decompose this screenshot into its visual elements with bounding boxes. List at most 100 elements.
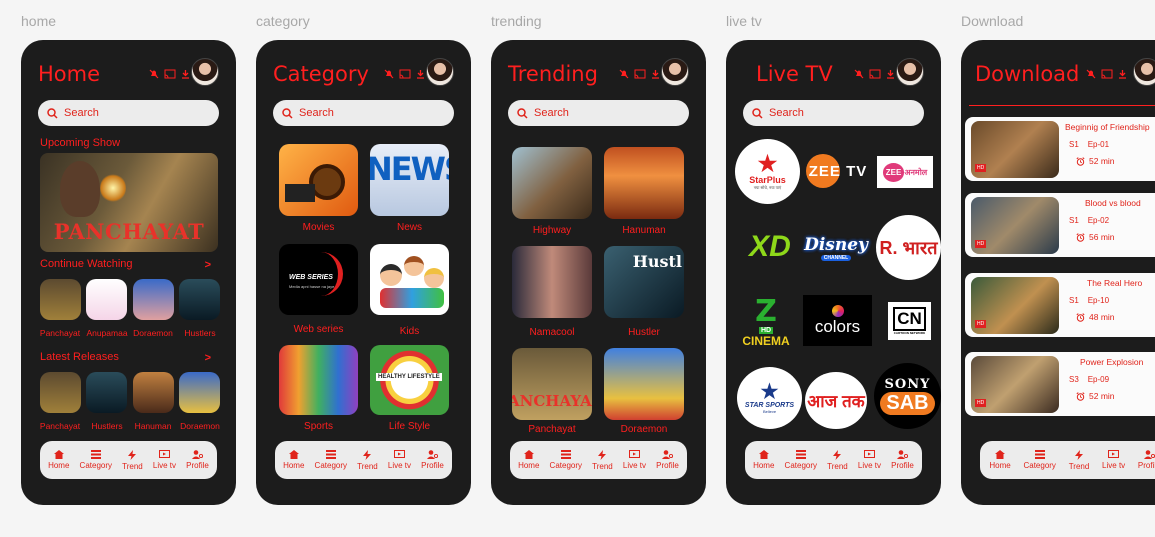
category-thumb-lifestyle[interactable]: HEALTHY LIFESTYLE: [370, 345, 449, 415]
latest-releases-more-button[interactable]: >: [205, 352, 211, 364]
search-bar[interactable]: [38, 100, 219, 126]
download-icon[interactable]: [651, 69, 660, 79]
nav-category[interactable]: Category: [315, 450, 347, 470]
avatar[interactable]: [661, 58, 689, 86]
category-thumb-kids[interactable]: [370, 244, 449, 315]
notification-off-icon[interactable]: [854, 69, 864, 79]
continue-thumb-panchayat[interactable]: [40, 279, 81, 320]
download-item[interactable]: HD The Real Hero S1 Ep-10 48 min: [965, 273, 1155, 337]
channel-starplus[interactable]: ★ StarPlus नया सोचे, नया पाएं: [735, 139, 800, 204]
latest-thumb-hanuman[interactable]: [133, 372, 174, 413]
search-bar[interactable]: [273, 100, 454, 126]
cast-icon[interactable]: [399, 69, 411, 79]
download-item[interactable]: HD Blood vs blood S1 Ep-02 56 min: [965, 193, 1155, 257]
nav-home[interactable]: Home: [48, 450, 69, 470]
avatar[interactable]: [896, 58, 924, 86]
channel-colors[interactable]: colors: [803, 295, 872, 346]
avatar[interactable]: [426, 58, 454, 86]
nav-profile[interactable]: Profile: [891, 450, 914, 470]
nav-category[interactable]: Category: [1023, 450, 1056, 470]
search-input[interactable]: [299, 107, 429, 119]
category-thumb-news[interactable]: NEWS: [370, 144, 449, 216]
latest-thumb-doraemon[interactable]: [179, 372, 220, 413]
category-caption: Movies: [302, 222, 335, 233]
channel-zeetv[interactable]: ZEE TV: [806, 154, 870, 188]
channel-disney-xd[interactable]: XD: [740, 227, 800, 267]
channel-sony-sab[interactable]: SONY SAB: [874, 363, 941, 429]
channel-cartoon-network[interactable]: CN CARTOON NETWORK: [888, 302, 931, 340]
download-icon[interactable]: [1118, 69, 1127, 79]
search-input[interactable]: [64, 107, 194, 119]
nav-home[interactable]: Home: [989, 450, 1011, 470]
latest-caption: Hanuman: [134, 421, 172, 431]
category-thumb-movies[interactable]: [279, 144, 358, 216]
nav-livetv[interactable]: Live tv: [153, 450, 176, 470]
cast-icon[interactable]: [869, 69, 881, 79]
trending-thumb-namacool[interactable]: [512, 246, 592, 318]
avatar[interactable]: [1133, 58, 1155, 86]
upcoming-show-banner[interactable]: PANCHAYAT: [40, 153, 218, 252]
nav-livetv[interactable]: Live tv: [623, 450, 646, 470]
search-bar[interactable]: [508, 100, 689, 126]
download-icon[interactable]: [886, 69, 895, 79]
notification-off-icon[interactable]: [384, 69, 394, 79]
channel-star-sports[interactable]: ★ STAR SPORTS Believe: [737, 367, 802, 429]
nav-category[interactable]: Category: [80, 450, 112, 470]
nav-profile[interactable]: Profile: [186, 450, 209, 470]
trending-thumb-panchayat[interactable]: ANCHAYA: [512, 348, 592, 420]
nav-category[interactable]: Category: [550, 450, 582, 470]
download-item[interactable]: HD Power Explosion S3 Ep-09 52 min: [965, 352, 1155, 416]
download-icon[interactable]: [416, 69, 425, 79]
download-icon[interactable]: [181, 69, 190, 79]
channel-zee-anmol[interactable]: ZEE अनमोल: [877, 156, 933, 188]
nav-trend[interactable]: Trend: [122, 449, 143, 471]
cast-icon[interactable]: [164, 69, 176, 79]
trending-thumb-highway[interactable]: [512, 147, 592, 219]
category-thumb-web-series[interactable]: WEB SERIES Media apni hasse na jaye: [279, 244, 358, 315]
nav-trend[interactable]: Trend: [1069, 449, 1089, 471]
nav-profile[interactable]: Profile: [656, 450, 679, 470]
hd-badge: HD: [975, 320, 987, 328]
continue-watching-more-button[interactable]: >: [205, 259, 211, 271]
category-thumb-sports[interactable]: [279, 345, 358, 415]
trending-thumb-hanuman[interactable]: [604, 147, 684, 219]
nav-trend[interactable]: Trend: [827, 449, 848, 471]
download-item[interactable]: HD Beginnig of Friendship S1 Ep-01 52 mi…: [965, 117, 1155, 181]
search-bar[interactable]: [743, 100, 924, 126]
nav-home[interactable]: Home: [753, 450, 774, 470]
nav-livetv[interactable]: Live tv: [1102, 450, 1125, 470]
channel-aaj-tak[interactable]: आज तक: [805, 372, 867, 429]
cn-sublabel: CARTOON NETWORK: [893, 331, 926, 335]
latest-thumb-hustlers[interactable]: [86, 372, 127, 413]
avatar[interactable]: [191, 58, 219, 86]
search-input[interactable]: [769, 107, 899, 119]
nav-home[interactable]: Home: [283, 450, 304, 470]
continue-thumb-hustlers[interactable]: [179, 279, 220, 320]
download-duration: 48 min: [1076, 312, 1115, 322]
nav-trend[interactable]: Trend: [357, 449, 378, 471]
nav-category[interactable]: Category: [785, 450, 817, 470]
nav-home[interactable]: Home: [518, 450, 539, 470]
cast-icon[interactable]: [1101, 69, 1113, 79]
nav-trend[interactable]: Trend: [592, 449, 613, 471]
notification-off-icon[interactable]: [1086, 69, 1096, 79]
continue-thumb-anupamaa[interactable]: [86, 279, 127, 320]
nav-livetv[interactable]: Live tv: [858, 450, 881, 470]
page-title: Live TV: [756, 62, 833, 86]
cast-icon[interactable]: [634, 69, 646, 79]
channel-republic-bharat[interactable]: R. भारत: [876, 215, 941, 280]
trending-thumb-doraemon[interactable]: [604, 348, 684, 420]
notification-off-icon[interactable]: [149, 69, 159, 79]
nav-livetv[interactable]: Live tv: [388, 450, 411, 470]
nav-profile[interactable]: Profile: [1138, 450, 1155, 470]
channel-zee-cinema[interactable]: Z HD CINEMA: [738, 290, 794, 354]
channel-disney[interactable]: Disney CHANNEL: [803, 230, 869, 266]
latest-thumb-panchayat[interactable]: [40, 372, 81, 413]
continue-thumb-doraemon[interactable]: [133, 279, 174, 320]
sab-label: SAB: [880, 392, 935, 415]
nav-profile[interactable]: Profile: [421, 450, 444, 470]
notification-off-icon[interactable]: [619, 69, 629, 79]
news-thumb-text: NEWS: [370, 150, 449, 188]
trending-thumb-hustler[interactable]: Hustl: [604, 246, 684, 318]
search-input[interactable]: [534, 107, 664, 119]
